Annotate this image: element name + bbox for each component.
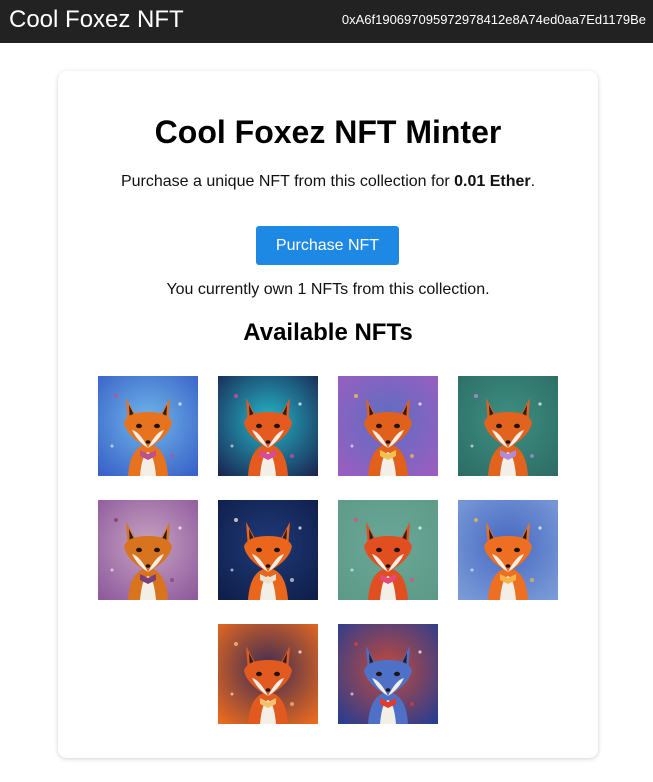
minter-title: Cool Foxez NFT Minter (154, 114, 502, 150)
price-description: Purchase a unique NFT from this collecti… (58, 172, 598, 192)
purchase-nft-button[interactable]: Purchase NFT (256, 226, 399, 265)
fox-illustration (458, 376, 558, 476)
available-nfts-heading: Available NFTs (243, 319, 413, 346)
nft-thumbnail-long-haired-fox-portrait[interactable] (98, 500, 198, 600)
wallet-address: 0xA6f190697095972978412e8A74ed0aa7Ed1179… (341, 12, 646, 27)
nft-thumbnail-fox-with-sunglasses-and-bowtie[interactable] (98, 376, 198, 476)
price-suffix: . (530, 173, 536, 190)
nft-thumbnail-blue-fox-with-red-sunglasses[interactable] (338, 624, 438, 724)
fox-illustration (458, 500, 558, 600)
fox-illustration (218, 500, 318, 600)
minter-card: Cool Foxez NFT Minter Purchase a unique … (58, 71, 598, 758)
fox-illustration (98, 376, 198, 476)
fox-illustration (338, 376, 438, 476)
fox-illustration (218, 624, 318, 724)
nft-thumbnail-fox-with-pink-triangle[interactable] (338, 500, 438, 600)
nft-thumbnail-fox-with-radiating-lines[interactable] (218, 376, 318, 476)
ownership-count-text: You currently own 1 NFTs from this colle… (166, 281, 490, 298)
price-value: 0.01 Ether (454, 173, 531, 190)
fox-illustration (338, 500, 438, 600)
fox-illustration (218, 376, 318, 476)
fox-illustration (98, 500, 198, 600)
top-nav-bar: Cool Foxez NFT 0xA6f190697095972978412e8… (0, 0, 653, 43)
fox-illustration (338, 624, 438, 724)
nft-thumbnail-fox-in-space[interactable] (218, 500, 318, 600)
nft-thumbnail-blue-glow-fox[interactable] (458, 500, 558, 600)
price-prefix: Purchase a unique NFT from this collecti… (120, 173, 455, 190)
nft-thumbnail-sitting-fox-in-portal[interactable] (338, 376, 438, 476)
nft-thumbnail-fox-face-with-flowers[interactable] (458, 376, 558, 476)
nft-thumbnail-fox-in-suit[interactable] (218, 624, 318, 724)
app-title[interactable]: Cool Foxez NFT (9, 5, 184, 35)
